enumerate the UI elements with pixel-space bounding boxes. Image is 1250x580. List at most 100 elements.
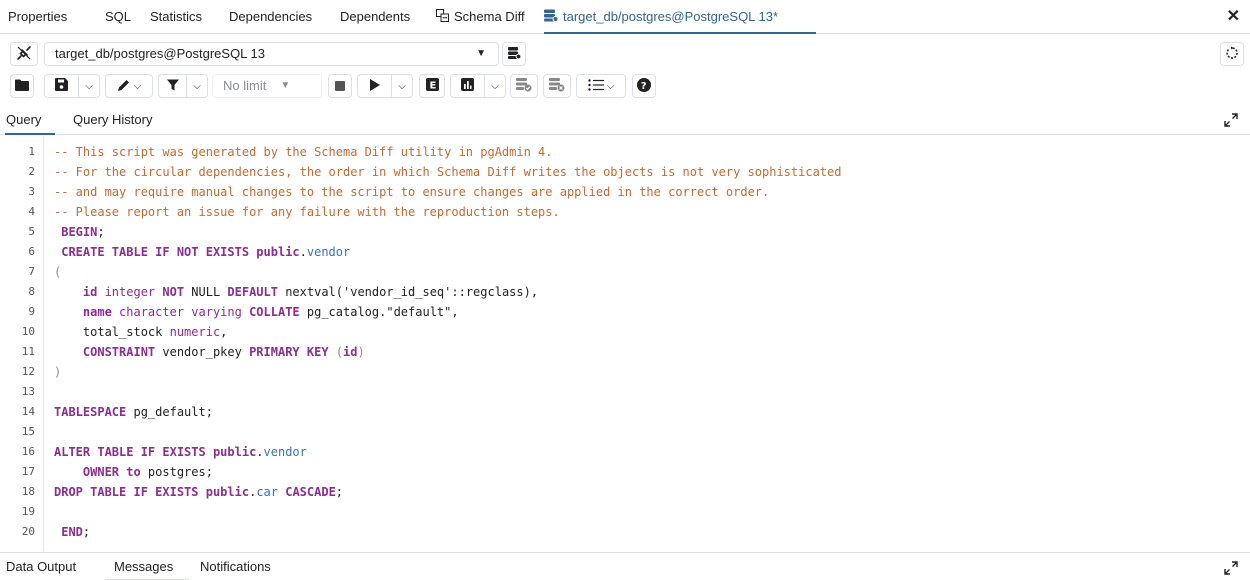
code-line: ) [54,362,61,382]
code-line: -- For the circular dependencies, the or… [54,162,841,182]
query-tabs: Query Query History [0,106,1250,135]
tab-sql[interactable]: SQL [105,0,131,34]
tab-label: Properties [8,9,68,24]
explain-analyze-button[interactable] [451,75,485,97]
execute-options-dropdown[interactable]: ⌵ [392,75,412,97]
chevron-down-icon: ⌵ [606,80,615,92]
code-token: -- and may require manual changes to the… [54,185,770,199]
code-token: postgres; [147,465,213,479]
cancel-query-button[interactable] [328,74,352,98]
tab-label: Query History [73,112,153,127]
code-token: END [54,525,83,539]
expand-icon[interactable] [1224,113,1238,127]
save-options-dropdown[interactable]: ⌵ [79,75,99,97]
code-token: vendor [263,445,307,459]
connection-bar: target_db/postgres@PostgreSQL 13 ▼ [0,34,1250,68]
tab-dependents[interactable]: Dependents [340,0,410,34]
tab-notifications[interactable]: Notifications [200,553,271,580]
tab-properties[interactable]: Properties [8,0,67,34]
code-token: ( [335,345,344,359]
line-number: 4 [28,205,35,218]
line-number-gutter: 1 2 3 4 5 6 7 8 9 10 11 12 13 14 15 16 17 18 19 20 [0,136,44,551]
tab-query-history[interactable]: Query History [73,106,152,135]
explain-options-dropdown[interactable]: ⌵ [485,75,505,97]
code-token: OWNER to [54,465,148,479]
save-group: ⌵ [44,74,100,98]
code-token: ; [335,485,344,499]
tab-query[interactable]: Query [5,106,55,135]
code-token: , [220,325,228,339]
tab-label: Notifications [200,559,271,574]
close-icon[interactable]: ✕ [1227,8,1240,26]
save-button[interactable] [45,75,79,97]
rollback-button[interactable] [543,74,571,98]
code-token: DEFAULT [227,285,286,299]
disconnected-plug-icon [16,45,32,64]
code-token: pg_catalog."default", [306,305,459,319]
execute-button[interactable] [358,75,392,97]
folder-icon [15,79,29,94]
svg-text:E: E [429,81,436,92]
commit-icon [516,77,532,95]
code-line: END; [54,522,90,542]
line-number: 17 [21,465,35,478]
code-token: name [54,305,120,319]
line-number: 10 [21,325,35,338]
tab-label: Messages [114,559,174,574]
reset-layout-button[interactable] [1220,42,1244,66]
code-token: vendor [306,245,351,259]
code-token: character varying [119,305,250,319]
filter-button[interactable] [159,75,187,97]
tab-query-tool[interactable]: target_db/postgres@PostgreSQL 13* [544,0,816,34]
stop-icon [335,79,345,94]
connection-select-value: target_db/postgres@PostgreSQL 13 [55,46,266,61]
code-token: CASCADE [285,485,336,499]
filter-options-dropdown[interactable]: ⌵ [187,75,207,97]
chevron-down-icon: ▼ [476,48,486,59]
line-number: 18 [21,485,35,498]
line-number: 20 [21,525,35,538]
row-limit-select[interactable]: No limit ▼ [212,74,322,98]
tab-statistics[interactable]: Statistics [150,0,202,34]
explain-button[interactable]: E [419,74,445,98]
line-number: 15 [21,425,35,438]
line-number: 14 [21,405,35,418]
connection-status-button[interactable] [10,42,38,66]
code-token: CONSTRAINT [54,345,163,359]
connection-select[interactable]: target_db/postgres@PostgreSQL 13 ▼ [44,42,499,66]
sql-editor[interactable]: 1 2 3 4 5 6 7 8 9 10 11 12 13 14 15 16 17 18 19 20 -- This … [0,136,1250,551]
code-token: vendor_pkey [162,345,250,359]
code-line: DROP TABLE IF EXISTS public.car CASCADE; [54,482,343,502]
code-token: PRIMARY KEY [249,345,336,359]
commit-button[interactable] [510,74,538,98]
tab-data-output[interactable]: Data Output [6,553,76,580]
code-token: -- For the circular dependencies, the or… [54,165,842,179]
code-token: pg_default; [133,405,213,419]
code-line: OWNER to postgres; [54,462,213,482]
new-connection-button[interactable] [502,42,526,66]
code-token: COLLATE [249,305,307,319]
chevron-down-icon: ⌵ [85,80,93,92]
save-icon [55,78,68,94]
code-token: id [54,285,105,299]
svg-text:?: ? [641,81,647,92]
tab-schema-diff[interactable]: Schema Diff [436,0,525,34]
macros-group: ⌵ [576,74,626,98]
help-button[interactable]: ? [632,74,656,98]
chevron-down-icon: ⌵ [491,80,499,92]
edit-menu-button[interactable]: ⌵ [106,75,152,97]
chevron-down-icon: ⌵ [133,80,142,92]
line-number: 8 [28,285,35,298]
open-file-button[interactable] [10,74,34,98]
line-number: 1 [28,145,35,158]
tab-dependencies[interactable]: Dependencies [229,0,312,34]
line-number: 9 [28,305,35,318]
code-line: -- This script was generated by the Sche… [54,142,553,162]
expand-icon[interactable] [1224,561,1238,575]
macros-button[interactable]: ⌵ [577,75,625,97]
code-token: total_stock [54,325,170,339]
line-number: 16 [21,445,35,458]
line-number: 5 [28,225,35,238]
list-icon [588,78,604,94]
tab-messages[interactable]: Messages [105,553,189,580]
